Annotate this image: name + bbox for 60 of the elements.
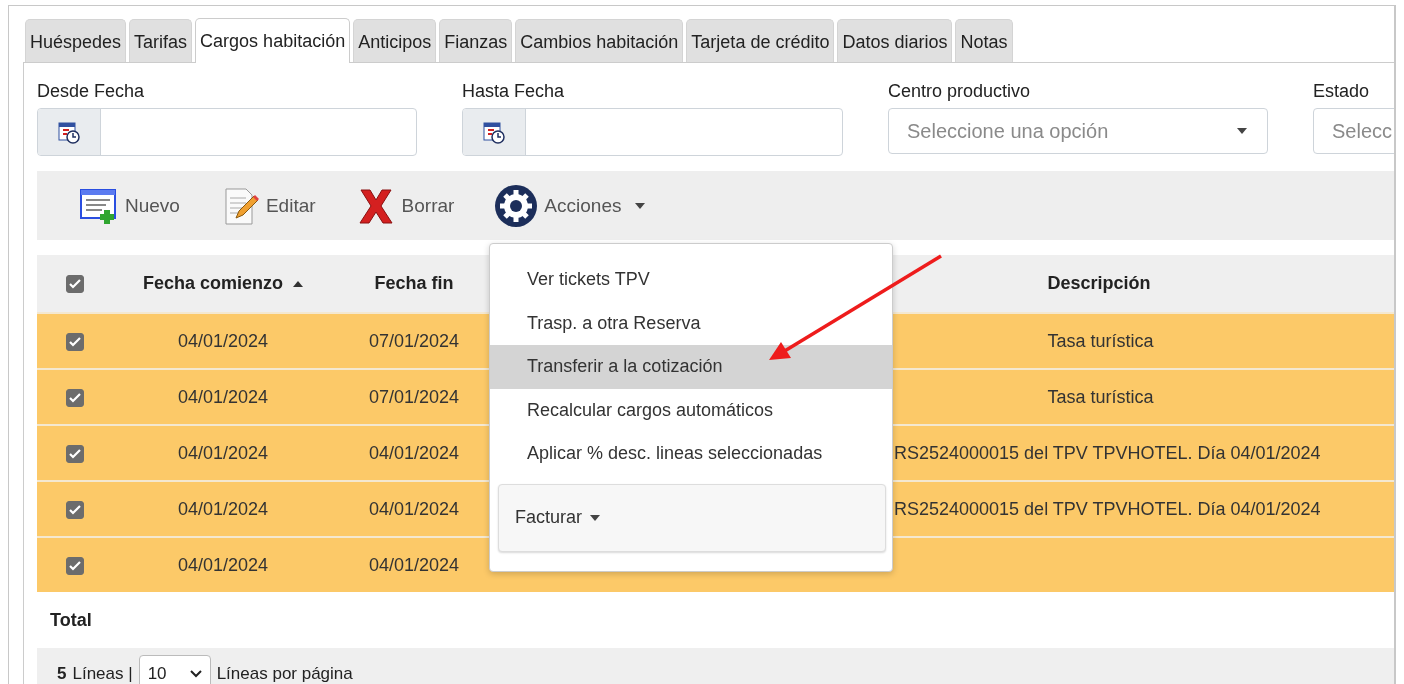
tab[interactable]: Tarifas <box>129 19 193 62</box>
menu-item[interactable]: Trasp. a otra Reserva <box>490 301 892 345</box>
page-size-label: Líneas por página <box>216 664 353 684</box>
calendar-icon <box>57 120 81 144</box>
table-cell: RS2524000015 del TPV TPVHOTEL. Día 04/01/2024 <box>894 442 1321 463</box>
chevron-down-icon <box>189 670 202 678</box>
tab[interactable]: Cambios habitación <box>515 19 684 62</box>
row-count-label: Líneas | <box>72 664 133 684</box>
tab[interactable]: Fianzas <box>439 19 513 62</box>
table-cell: Tasa turística <box>1047 386 1154 407</box>
row-count: 5 <box>57 664 67 684</box>
table-cell: 04/01/2024 <box>177 554 269 575</box>
table-cell: Tasa turística <box>1047 330 1154 351</box>
table-cell: RS2524000015 del TPV TPVHOTEL. Día 04/01/2024 <box>894 498 1321 519</box>
table-cell: 07/01/2024 <box>368 386 460 407</box>
toolbar-button[interactable]: Nuevo <box>79 185 180 226</box>
table-cell: 04/01/2024 <box>177 386 269 407</box>
table-cell: 04/01/2024 <box>368 554 460 575</box>
gear-icon <box>494 183 539 228</box>
date-field[interactable] <box>37 108 417 156</box>
calendar-icon <box>482 120 506 144</box>
caret-icon <box>1237 128 1247 134</box>
caret-icon <box>590 514 601 521</box>
tab[interactable]: Datos diarios <box>837 19 953 62</box>
field-label: Hasta Fecha <box>462 81 566 103</box>
date-field[interactable] <box>462 108 843 156</box>
menu-item[interactable]: Recalcular cargos automáticos <box>490 388 892 432</box>
table-cell: 04/01/2024 <box>177 498 269 519</box>
checkbox[interactable] <box>66 500 84 519</box>
table-cell: 07/01/2024 <box>368 330 460 351</box>
checkbox[interactable] <box>66 332 84 351</box>
field-label: Centro productivo <box>888 81 1032 103</box>
field-label: Estado <box>1313 81 1371 103</box>
page-size-select[interactable]: 10 <box>138 655 211 684</box>
menu-item[interactable]: Ver tickets TPV <box>490 258 892 302</box>
tab[interactable]: Cargos habitación <box>195 18 351 63</box>
toolbar-button[interactable]: Editar <box>219 185 316 226</box>
table-cell: 04/01/2024 <box>177 330 269 351</box>
table-cell: 04/01/2024 <box>368 442 460 463</box>
toolbar-button[interactable]: Acciones <box>494 183 646 228</box>
column-header[interactable]: Descripción <box>1047 273 1151 294</box>
table-cell: 04/01/2024 <box>177 442 269 463</box>
menu-item[interactable]: Aplicar % desc. lineas seleccionadas <box>490 432 892 476</box>
checkbox[interactable] <box>66 275 84 294</box>
checkbox[interactable] <box>66 444 84 463</box>
sort-ascending-icon <box>293 280 303 287</box>
tab[interactable]: Anticipos <box>353 19 437 62</box>
tab[interactable]: Tarjeta de crédito <box>686 19 835 62</box>
caret-icon <box>635 202 646 209</box>
checkbox[interactable] <box>66 388 84 407</box>
toolbar-button[interactable]: Borrar <box>355 185 455 226</box>
invoice-button[interactable]: Facturar <box>498 483 886 552</box>
table-cell: 04/01/2024 <box>368 498 460 519</box>
field-label: Desde Fecha <box>37 81 146 103</box>
menu-item[interactable]: Transferir a la cotización <box>490 345 892 389</box>
tab[interactable]: Huéspedes <box>25 19 127 62</box>
total-label: Total <box>50 609 92 631</box>
checkbox[interactable] <box>66 556 84 575</box>
column-header[interactable]: Fecha fin <box>374 273 454 294</box>
tab[interactable]: Notas <box>955 19 1013 62</box>
